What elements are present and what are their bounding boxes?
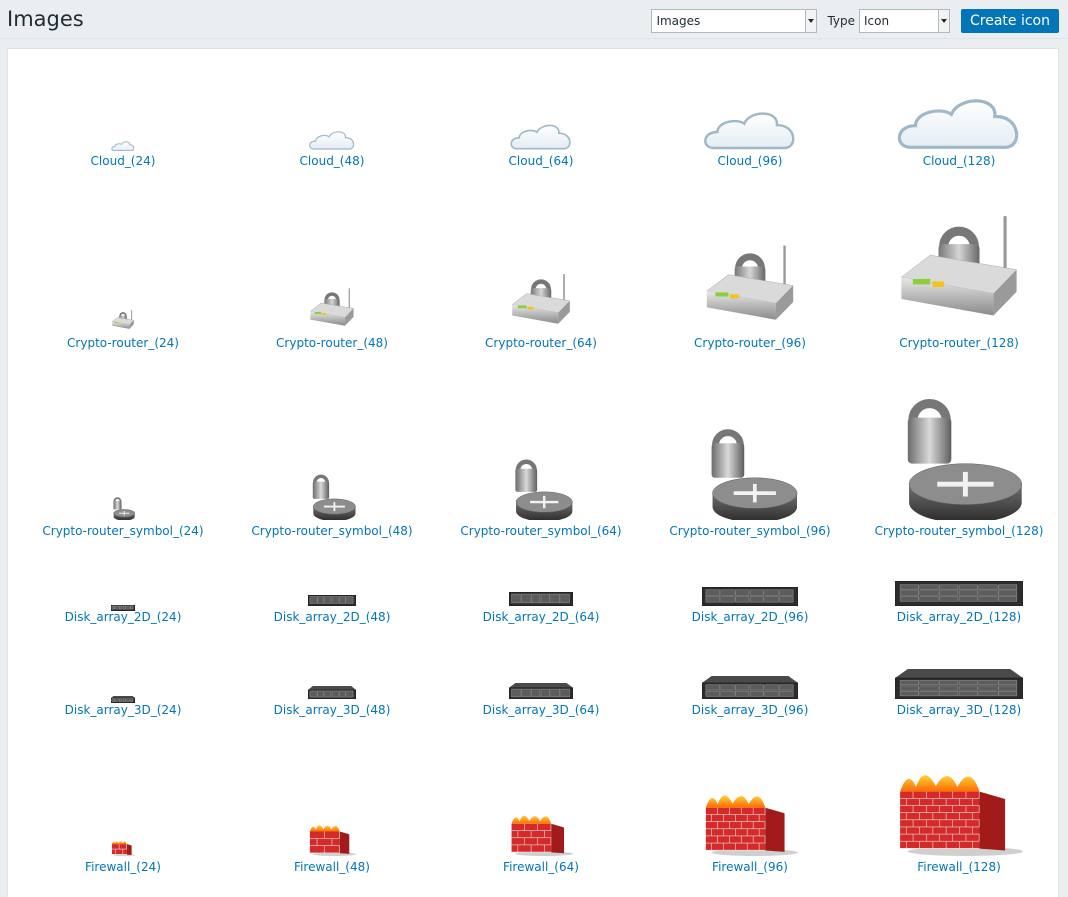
image-link[interactable]: Firewall_(48) (232, 860, 432, 874)
page-title: Images (7, 7, 84, 31)
image-tile-firewall-96[interactable]: Firewall_(96) (650, 49, 850, 897)
header-divider (0, 38, 1068, 39)
chevron-down-icon (805, 10, 817, 32)
firewall-icon[interactable] (509, 810, 573, 856)
image-category-select[interactable]: Images (651, 9, 818, 33)
image-link[interactable]: Firewall_(24) (23, 860, 223, 874)
image-link[interactable]: Firewall_(128) (859, 860, 1059, 874)
type-select[interactable]: Icon (859, 9, 950, 33)
image-link[interactable]: Firewall_(96) (650, 860, 850, 874)
type-value: Icon (864, 14, 890, 28)
type-label: Type (827, 14, 855, 28)
image-tile-firewall-24[interactable]: Firewall_(24) (23, 49, 223, 897)
firewall-icon[interactable] (308, 821, 356, 856)
create-icon-button[interactable]: Create icon (961, 9, 1059, 33)
image-grid: Cloud_(24) Cloud_(48) Cloud_(64) Cloud_(… (7, 48, 1059, 897)
chevron-down-icon (938, 10, 949, 32)
header-controls: Images Type Icon Create icon (651, 9, 1059, 33)
page-header: Images Images Type Icon Create icon (0, 0, 1068, 42)
image-tile-firewall-128[interactable]: Firewall_(128) (859, 49, 1059, 897)
firewall-icon[interactable] (702, 787, 798, 856)
image-link[interactable]: Firewall_(64) (441, 860, 641, 874)
image-tile-firewall-48[interactable]: Firewall_(48) (232, 49, 432, 897)
firewall-icon[interactable] (895, 764, 1023, 856)
firewall-icon[interactable] (111, 839, 135, 856)
image-tile-firewall-64[interactable]: Firewall_(64) (441, 49, 641, 897)
image-category-value: Images (656, 14, 701, 28)
